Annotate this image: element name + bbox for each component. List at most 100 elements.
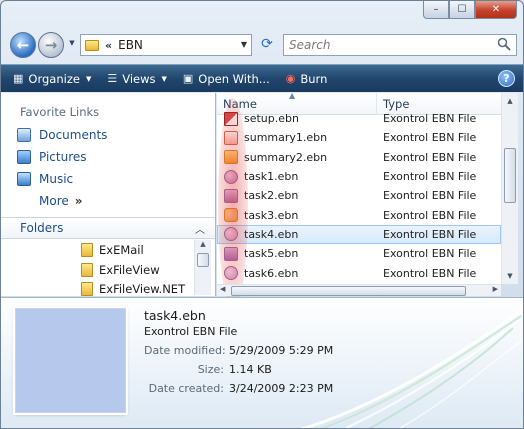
file-type: Exontrol EBN File xyxy=(383,189,477,203)
details-label: Size: xyxy=(197,363,224,376)
minimize-button[interactable]: – xyxy=(423,1,449,19)
organize-icon: ▦ xyxy=(13,72,24,85)
scroll-left-icon[interactable]: ◀ xyxy=(220,285,225,293)
file-name: task1.ebn xyxy=(244,170,299,184)
favorite-link-documents[interactable]: Documents xyxy=(17,128,107,142)
scroll-up-icon[interactable]: ▲ xyxy=(195,240,211,252)
folders-title: Folders xyxy=(20,221,64,235)
file-row[interactable]: task6.ebn Exontrol EBN File xyxy=(217,263,501,282)
tree-item[interactable]: ExFileView.NET xyxy=(81,282,185,296)
file-type: Exontrol EBN File xyxy=(383,150,477,164)
file-row[interactable]: task5.ebn Exontrol EBN File xyxy=(217,244,501,263)
file-name: task6.ebn xyxy=(244,266,299,280)
file-rows: setup.ebn Exontrol EBN File summary1.ebn… xyxy=(217,111,501,283)
forward-arrow-icon: → xyxy=(44,36,58,54)
chevron-up-icon[interactable]: ︿ xyxy=(195,221,205,236)
scrollbar-thumb[interactable] xyxy=(231,286,466,296)
file-row[interactable]: task2.ebn Exontrol EBN File xyxy=(217,186,501,205)
chevron-down-icon: ▼ xyxy=(161,74,167,83)
address-dropdown-icon[interactable]: ▼ xyxy=(241,40,247,49)
tree-item-label: ExFileView xyxy=(99,263,160,277)
file-name: task5.ebn xyxy=(244,247,299,261)
file-name: setup.ebn xyxy=(244,112,299,126)
address-bar[interactable]: « EBN ▼ xyxy=(80,34,252,56)
ebn-file-icon xyxy=(224,188,238,203)
maximize-button[interactable]: ☐ xyxy=(449,1,475,19)
tree-item[interactable]: ExEMail xyxy=(81,243,144,257)
scrollbar-thumb[interactable] xyxy=(504,148,516,203)
organize-button[interactable]: ▦ Organize ▼ xyxy=(1,65,99,92)
file-list-vertical-scrollbar[interactable]: ▲ ▼ xyxy=(501,93,518,284)
recent-pages-button[interactable]: ▼ xyxy=(66,39,78,51)
ebn-file-icon xyxy=(224,246,238,261)
file-name: task3.ebn xyxy=(244,208,299,222)
ebn-file-icon xyxy=(224,130,238,145)
tree-item[interactable]: ExFileView xyxy=(81,263,160,277)
file-type: Exontrol EBN File xyxy=(383,112,477,126)
views-label: Views xyxy=(122,71,156,86)
file-row[interactable]: setup.ebn Exontrol EBN File xyxy=(217,109,501,128)
forward-button[interactable]: → xyxy=(38,32,64,58)
file-list-horizontal-scrollbar[interactable]: ◀ ▶ xyxy=(217,284,501,296)
address-overflow-chevrons[interactable]: « xyxy=(105,39,112,52)
burn-button[interactable]: ◉ Burn xyxy=(278,65,336,92)
help-icon[interactable]: ? xyxy=(498,70,515,87)
organize-label: Organize xyxy=(28,71,80,86)
favorite-links-more[interactable]: More » xyxy=(39,194,83,208)
file-type: Exontrol EBN File xyxy=(383,131,477,145)
favorite-link-label: Documents xyxy=(39,128,108,142)
file-name: task2.ebn xyxy=(244,189,299,203)
scroll-up-icon[interactable]: ▲ xyxy=(502,97,518,109)
double-chevron-right-icon: » xyxy=(74,194,83,208)
file-type: Exontrol EBN File xyxy=(383,227,477,241)
folder-icon xyxy=(81,243,93,257)
file-type: Exontrol EBN File xyxy=(383,247,477,261)
navigation-pane: Favorite Links Documents Pictures Music … xyxy=(1,93,216,296)
file-row[interactable]: summary1.ebn Exontrol EBN File xyxy=(217,128,501,147)
file-row[interactable]: task3.ebn Exontrol EBN File xyxy=(217,205,501,224)
favorite-link-label: Pictures xyxy=(39,150,87,164)
scrollbar-thumb[interactable] xyxy=(197,253,209,267)
scroll-right-icon[interactable]: ▶ xyxy=(493,285,498,293)
scroll-down-icon[interactable]: ▼ xyxy=(502,272,518,284)
file-type: Exontrol EBN File xyxy=(383,170,477,184)
favorite-link-label: Music xyxy=(39,172,74,186)
ebn-file-icon xyxy=(224,227,238,242)
open-with-button[interactable]: ▣ Open With... xyxy=(175,65,278,92)
favorite-link-pictures[interactable]: Pictures xyxy=(17,150,87,164)
views-button[interactable]: ☰ Views ▼ xyxy=(99,65,175,92)
folder-tree-scrollbar[interactable]: ▲ xyxy=(194,240,211,295)
file-thumbnail xyxy=(15,308,126,413)
details-value[interactable]: 3/24/2009 2:23 PM xyxy=(229,382,333,395)
folders-header[interactable]: Folders ︿ xyxy=(1,217,215,239)
search-icon[interactable] xyxy=(497,37,511,51)
ebn-file-icon xyxy=(224,208,238,223)
folder-icon xyxy=(81,282,93,296)
open-with-icon: ▣ xyxy=(182,72,194,85)
file-list: ▲ Name Type setup.ebn Exontrol EBN File … xyxy=(217,93,501,296)
burn-disc-icon: ◉ xyxy=(285,72,296,85)
address-path[interactable]: EBN xyxy=(118,38,143,52)
search-input[interactable]: Search xyxy=(283,34,517,56)
open-with-label: Open With... xyxy=(198,71,270,86)
favorite-link-music[interactable]: Music xyxy=(17,172,73,186)
file-row[interactable]: summary2.ebn Exontrol EBN File xyxy=(217,148,501,167)
refresh-icon: ⟳ xyxy=(261,36,273,52)
chevron-down-icon: ▼ xyxy=(85,74,92,83)
file-type: Exontrol EBN File xyxy=(383,266,477,280)
file-name: summary2.ebn xyxy=(244,150,328,164)
decorative-swoosh xyxy=(299,307,523,428)
tree-item-label: ExEMail xyxy=(99,243,144,257)
file-row-selected[interactable]: task4.ebn Exontrol EBN File xyxy=(217,224,501,245)
details-file-type: Exontrol EBN File xyxy=(144,325,238,338)
close-button[interactable]: ✕ xyxy=(475,1,517,19)
details-label: Date created: xyxy=(148,382,224,395)
refresh-button[interactable]: ⟳ xyxy=(257,36,277,54)
documents-icon xyxy=(17,128,31,142)
details-value[interactable]: 5/29/2009 5:29 PM xyxy=(229,344,333,357)
file-row[interactable]: task1.ebn Exontrol EBN File xyxy=(217,167,501,186)
folder-icon xyxy=(85,39,99,51)
ebn-file-icon xyxy=(224,169,238,184)
back-button[interactable]: ← xyxy=(10,32,36,58)
caption-buttons: – ☐ ✕ xyxy=(423,1,517,19)
